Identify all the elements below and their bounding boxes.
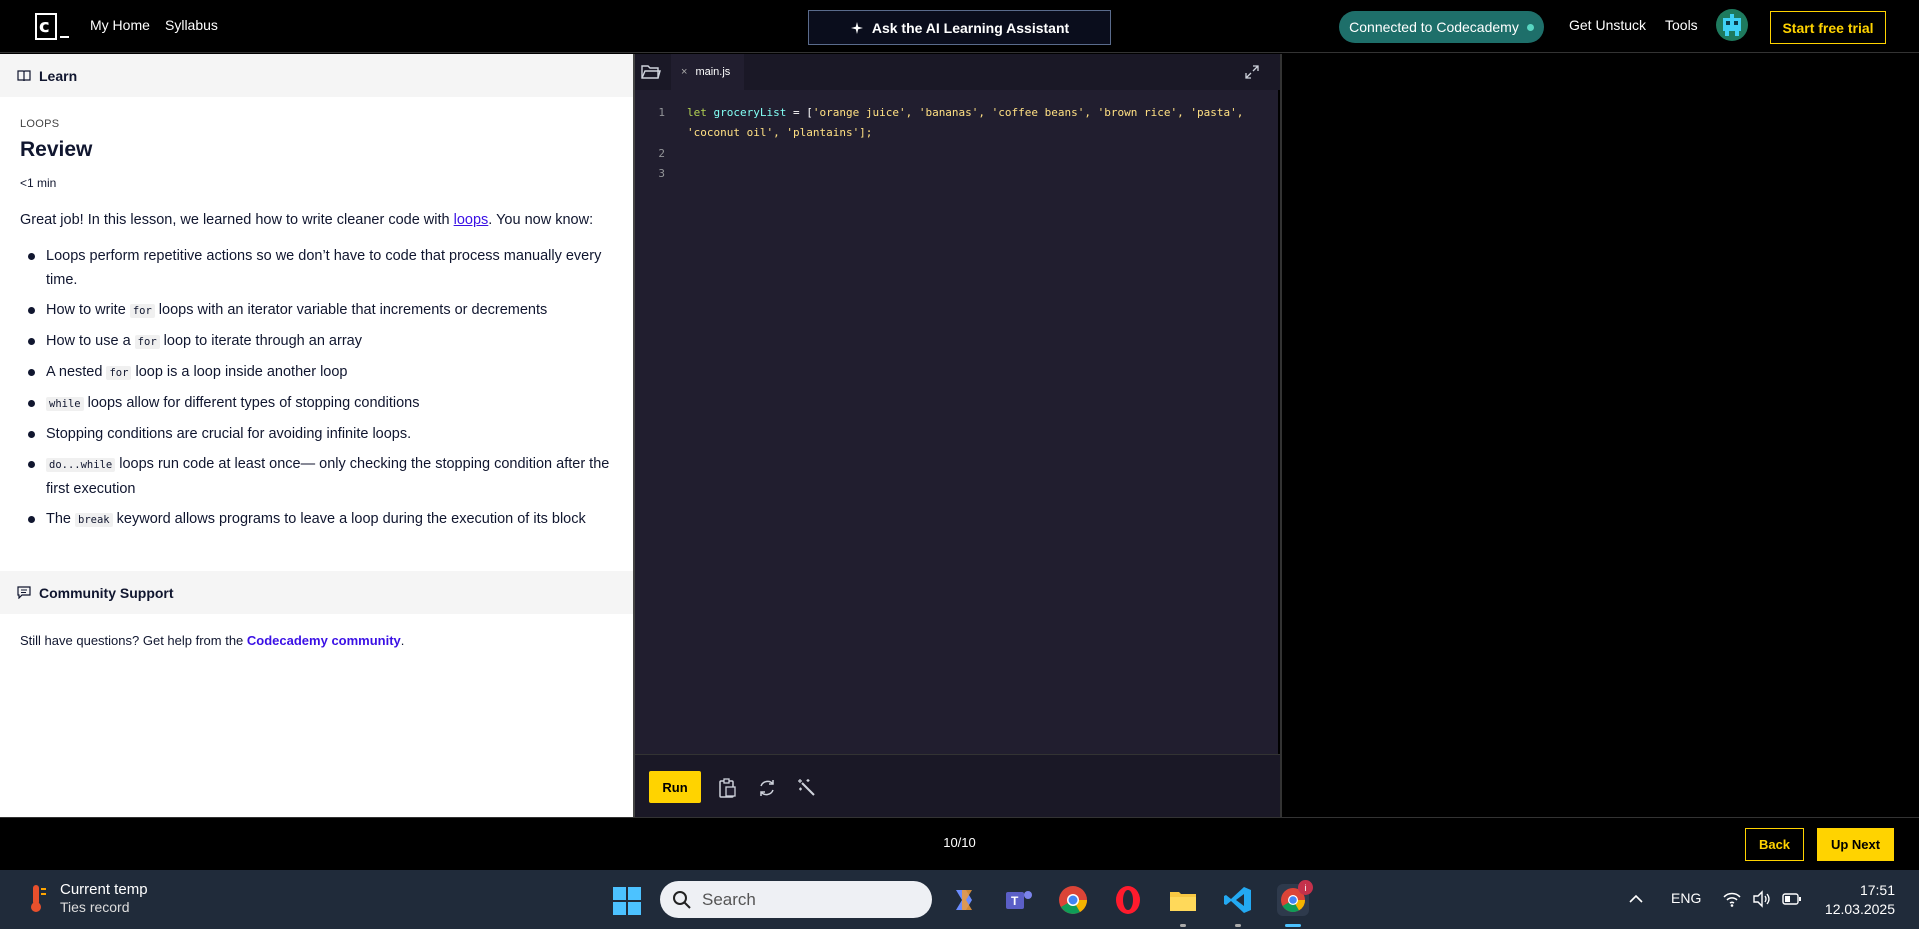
lesson-intro: Great job! In this lesson, we learned ho… bbox=[20, 212, 594, 228]
running-app-indicator bbox=[1235, 924, 1241, 927]
tab-main-js[interactable]: × main.js bbox=[671, 54, 745, 90]
list-item: Loops perform repetitive actions so we d… bbox=[28, 244, 620, 292]
battery-icon[interactable] bbox=[1782, 892, 1802, 906]
chrome-icon[interactable] bbox=[1057, 884, 1089, 916]
folder-icon[interactable] bbox=[641, 63, 661, 81]
vscode-icon[interactable] bbox=[1222, 884, 1254, 916]
lesson-footer: 10/10 Back Up Next bbox=[0, 817, 1919, 870]
chat-icon bbox=[17, 586, 31, 599]
windows-taskbar: Current temp Ties record Search T i ENG … bbox=[0, 870, 1919, 929]
lesson-kicker: LOOPS bbox=[20, 118, 60, 130]
codecademy-logo[interactable]: c bbox=[35, 13, 69, 42]
community-link[interactable]: Codecademy community bbox=[247, 633, 401, 648]
community-support-header: Community Support bbox=[0, 571, 633, 614]
clock-date: 12.03.2025 bbox=[1824, 901, 1895, 917]
nav-syllabus[interactable]: Syllabus bbox=[165, 17, 218, 33]
reset-icon[interactable] bbox=[756, 777, 778, 799]
tab-filename: main.js bbox=[695, 66, 731, 78]
list-item: The break keyword allows programs to lea… bbox=[28, 507, 620, 532]
editor-tab-bar: × main.js bbox=[635, 54, 1280, 90]
ai-assistant-button[interactable]: Ask the AI Learning Assistant bbox=[808, 10, 1111, 45]
community-text: Still have questions? Get help from the … bbox=[20, 633, 405, 648]
wifi-icon[interactable] bbox=[1722, 890, 1742, 908]
connection-status-label: Connected to Codecademy bbox=[1349, 19, 1519, 35]
sparkle-icon bbox=[850, 21, 863, 34]
lesson-panel: Learn LOOPS Review <1 min Great job! In … bbox=[0, 54, 633, 817]
clipboard-icon[interactable] bbox=[716, 777, 738, 799]
weather-title: Current temp bbox=[60, 881, 148, 898]
list-item: while loops allow for different types of… bbox=[28, 391, 620, 416]
list-item: How to use a for loop to iterate through… bbox=[28, 329, 620, 354]
notification-badge: i bbox=[1298, 880, 1313, 895]
lesson-progress: 10/10 bbox=[943, 835, 976, 850]
line-number: 2 bbox=[658, 147, 665, 160]
code-line-1[interactable]: let groceryList = ['orange juice', 'bana… bbox=[687, 106, 1243, 119]
review-points-list: Loops perform repetitive actions so we d… bbox=[20, 244, 620, 532]
status-dot-icon bbox=[1526, 23, 1534, 31]
run-button[interactable]: Run bbox=[649, 771, 701, 803]
loops-link[interactable]: loops bbox=[454, 212, 489, 228]
copilot-icon[interactable] bbox=[948, 884, 980, 916]
expand-icon[interactable] bbox=[1245, 65, 1259, 79]
system-clock[interactable]: 17:51 12.03.2025 bbox=[1815, 881, 1895, 919]
language-indicator[interactable]: ENG bbox=[1671, 890, 1701, 906]
magic-wand-icon[interactable] bbox=[796, 777, 818, 799]
avatar[interactable] bbox=[1716, 9, 1748, 41]
thermometer-icon bbox=[31, 884, 46, 912]
list-item: A nested for loop is a loop inside anoth… bbox=[28, 360, 620, 385]
windows-start-icon[interactable] bbox=[612, 886, 642, 916]
file-explorer-icon[interactable] bbox=[1167, 884, 1199, 916]
output-panel bbox=[1280, 54, 1919, 817]
running-app-indicator bbox=[1180, 924, 1186, 927]
ai-assistant-label: Ask the AI Learning Assistant bbox=[871, 19, 1070, 36]
line-number: 1 bbox=[658, 106, 665, 119]
lesson-title: Review bbox=[20, 138, 93, 161]
active-app-indicator bbox=[1285, 924, 1301, 927]
book-icon bbox=[17, 69, 31, 81]
weather-widget[interactable]: Current temp Ties record bbox=[26, 880, 148, 915]
top-navbar: c My Home Syllabus Ask the AI Learning A… bbox=[0, 0, 1919, 53]
up-next-button[interactable]: Up Next bbox=[1817, 828, 1894, 861]
list-item: Stopping conditions are crucial for avoi… bbox=[28, 422, 620, 446]
back-button[interactable]: Back bbox=[1745, 828, 1804, 861]
robot-avatar-icon bbox=[1723, 14, 1741, 36]
list-item: do...while loops run code at least once—… bbox=[28, 452, 620, 501]
tools-menu[interactable]: Tools bbox=[1665, 17, 1698, 33]
chevron-up-icon[interactable] bbox=[1628, 892, 1644, 906]
line-number: 3 bbox=[658, 167, 665, 180]
connection-status-badge: Connected to Codecademy bbox=[1339, 11, 1544, 43]
search-placeholder: Search bbox=[702, 889, 756, 909]
community-heading: Community Support bbox=[39, 584, 174, 601]
editor-toolbar: Run bbox=[635, 754, 1280, 817]
list-item: How to write for loops with an iterator … bbox=[28, 298, 620, 323]
start-free-trial-button[interactable]: Start free trial bbox=[1770, 11, 1886, 44]
code-editor[interactable]: × main.js 1 2 3 let groceryList = ['oran… bbox=[633, 54, 1280, 817]
svg-text:T: T bbox=[1011, 894, 1019, 908]
volume-icon[interactable] bbox=[1752, 890, 1772, 908]
nav-my-home[interactable]: My Home bbox=[90, 17, 150, 33]
close-icon[interactable]: × bbox=[681, 66, 687, 78]
code-line-1-wrap[interactable]: 'coconut oil', 'plantains']; bbox=[687, 126, 872, 139]
clock-time: 17:51 bbox=[1859, 882, 1895, 898]
search-icon bbox=[673, 890, 691, 909]
learn-tab-label: Learn bbox=[39, 67, 78, 84]
teams-icon[interactable]: T bbox=[1003, 884, 1035, 916]
get-unstuck-menu[interactable]: Get Unstuck bbox=[1569, 17, 1646, 33]
weather-subtitle: Ties record bbox=[60, 899, 130, 915]
lesson-duration: <1 min bbox=[20, 176, 57, 190]
taskbar-search[interactable]: Search bbox=[660, 881, 932, 918]
learn-header: Learn bbox=[0, 54, 633, 97]
opera-icon[interactable] bbox=[1112, 884, 1144, 916]
